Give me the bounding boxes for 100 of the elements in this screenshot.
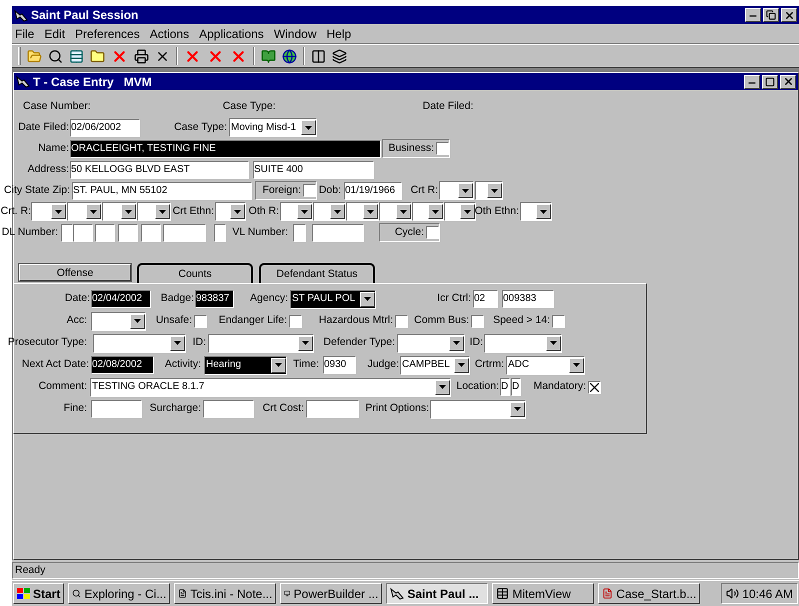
dropdown-field[interactable]: [430, 400, 526, 418]
checkbox-label: Hazardous Mtrl:: [318, 313, 393, 328]
text-field[interactable]: [293, 224, 306, 242]
speaker-icon[interactable]: [726, 587, 740, 600]
dropdown-field[interactable]: Hearing: [204, 356, 287, 374]
menu-item[interactable]: File: [15, 24, 34, 42]
dropdown-field[interactable]: Moving Misd-1: [229, 118, 317, 137]
dropdown-field[interactable]: [397, 334, 465, 352]
dropdown-field[interactable]: [412, 202, 444, 221]
text-field[interactable]: 01/19/1966: [344, 182, 402, 200]
text-field[interactable]: 02/08/2002: [91, 356, 154, 374]
dropdown-field[interactable]: [520, 202, 552, 221]
text-field[interactable]: [91, 400, 142, 418]
maximize-button[interactable]: [762, 74, 778, 88]
checkbox[interactable]: [588, 380, 601, 394]
close-icon: [782, 76, 794, 87]
dropdown-field[interactable]: CAMPBEL: [400, 356, 470, 374]
text-field[interactable]: [141, 224, 161, 242]
checkbox[interactable]: [436, 142, 449, 155]
dropdown-field[interactable]: [280, 202, 313, 221]
dropdown-field[interactable]: ADC: [506, 356, 585, 374]
field-label: Prosecutor Type:: [6, 335, 87, 350]
text-field[interactable]: 983837: [195, 290, 234, 308]
dropdown-field[interactable]: ST PAUL POL: [290, 290, 376, 308]
tab[interactable]: Offense: [19, 264, 131, 281]
menu-item[interactable]: Actions: [150, 24, 190, 42]
dropdown-field[interactable]: [67, 202, 102, 221]
text-field[interactable]: [95, 224, 115, 242]
table-icon[interactable]: [69, 48, 84, 64]
book-icon[interactable]: [261, 48, 276, 64]
checkbox[interactable]: [426, 226, 439, 239]
checkbox-label: Comm Bus:: [413, 313, 469, 328]
text-field[interactable]: 02/06/2002: [70, 118, 140, 136]
text-field[interactable]: 009383: [502, 290, 554, 308]
columns-icon[interactable]: [311, 48, 326, 64]
field-label: Crt Ethn:: [173, 204, 214, 219]
text-field[interactable]: D: [500, 378, 510, 396]
dropdown-field[interactable]: [346, 202, 379, 221]
folder-icon[interactable]: [90, 48, 105, 64]
menu-item[interactable]: Edit: [44, 24, 66, 42]
menu-item[interactable]: Help: [326, 24, 352, 42]
close-button[interactable]: [780, 74, 796, 88]
checkbox[interactable]: [303, 184, 316, 197]
dropdown-field[interactable]: [484, 334, 562, 352]
menu-item[interactable]: Applications: [199, 24, 264, 42]
tab[interactable]: Defendant Status: [259, 263, 375, 283]
minimize-button[interactable]: [744, 74, 760, 88]
taskbar-button[interactable]: Case_Start.b...: [598, 583, 700, 604]
text-field[interactable]: [312, 224, 364, 242]
dropdown-field[interactable]: [137, 202, 171, 221]
checkbox[interactable]: [471, 314, 484, 328]
taskbar-button[interactable]: MitemView: [492, 583, 594, 604]
dropdown-field[interactable]: [93, 334, 186, 352]
checkbox[interactable]: [395, 314, 408, 328]
dropdown-field[interactable]: [31, 202, 67, 221]
folder-open-icon[interactable]: [27, 48, 42, 64]
text-field[interactable]: [118, 224, 138, 242]
checkbox-label: Unsafe:: [154, 313, 192, 328]
dropdown-field[interactable]: [439, 181, 474, 200]
taskbar-button[interactable]: Tcis.ini - Note...: [174, 583, 276, 604]
globe-icon[interactable]: [282, 48, 297, 64]
checkbox[interactable]: [289, 314, 302, 328]
printer-icon[interactable]: [134, 48, 149, 64]
checkbox[interactable]: [552, 314, 565, 328]
text-field[interactable]: [203, 400, 254, 418]
dropdown-field[interactable]: TESTING ORACLE 8.1.7: [90, 378, 451, 396]
text-field[interactable]: ST. PAUL, MN 55102: [72, 182, 252, 200]
text-field[interactable]: 02: [473, 290, 498, 308]
field-label: Crt Cost:: [262, 401, 304, 416]
text-field[interactable]: 02/04/2002: [91, 290, 151, 308]
minimize-button[interactable]: [745, 8, 761, 22]
dropdown-field[interactable]: [215, 202, 246, 221]
text-field[interactable]: [73, 224, 93, 242]
text-field[interactable]: [306, 400, 359, 418]
taskbar-button[interactable]: Saint Paul ...: [386, 583, 488, 604]
text-field[interactable]: 0930: [323, 356, 356, 374]
tab[interactable]: Counts: [137, 263, 253, 283]
taskbar-button[interactable]: PowerBuilder ...: [280, 583, 382, 604]
dropdown-field[interactable]: [102, 202, 137, 221]
checkbox[interactable]: [194, 314, 207, 328]
dropdown-field[interactable]: [444, 202, 476, 221]
menu-item[interactable]: Window: [274, 24, 316, 42]
text-field[interactable]: [163, 224, 206, 242]
dropdown-field[interactable]: [208, 334, 314, 352]
dropdown-field[interactable]: [313, 202, 346, 221]
dropdown-field[interactable]: [379, 202, 412, 221]
text-field[interactable]: D: [511, 378, 521, 396]
text-field[interactable]: ORACLEEIGHT, TESTING FINE: [70, 140, 381, 158]
text-field[interactable]: [214, 224, 226, 242]
close-button[interactable]: [781, 8, 797, 22]
search-icon[interactable]: [48, 48, 63, 64]
dropdown-field[interactable]: [475, 181, 503, 200]
start-button[interactable]: Start: [13, 583, 64, 604]
text-field[interactable]: 50 KELLOGG BLVD EAST: [70, 160, 249, 178]
text-field[interactable]: [61, 224, 73, 242]
dropdown-field[interactable]: [91, 312, 146, 330]
taskbar-button[interactable]: Exploring - Ci...: [68, 583, 170, 604]
restore-button[interactable]: [763, 8, 779, 22]
menu-item[interactable]: Preferences: [75, 24, 140, 42]
text-field[interactable]: SUITE 400: [253, 160, 374, 178]
